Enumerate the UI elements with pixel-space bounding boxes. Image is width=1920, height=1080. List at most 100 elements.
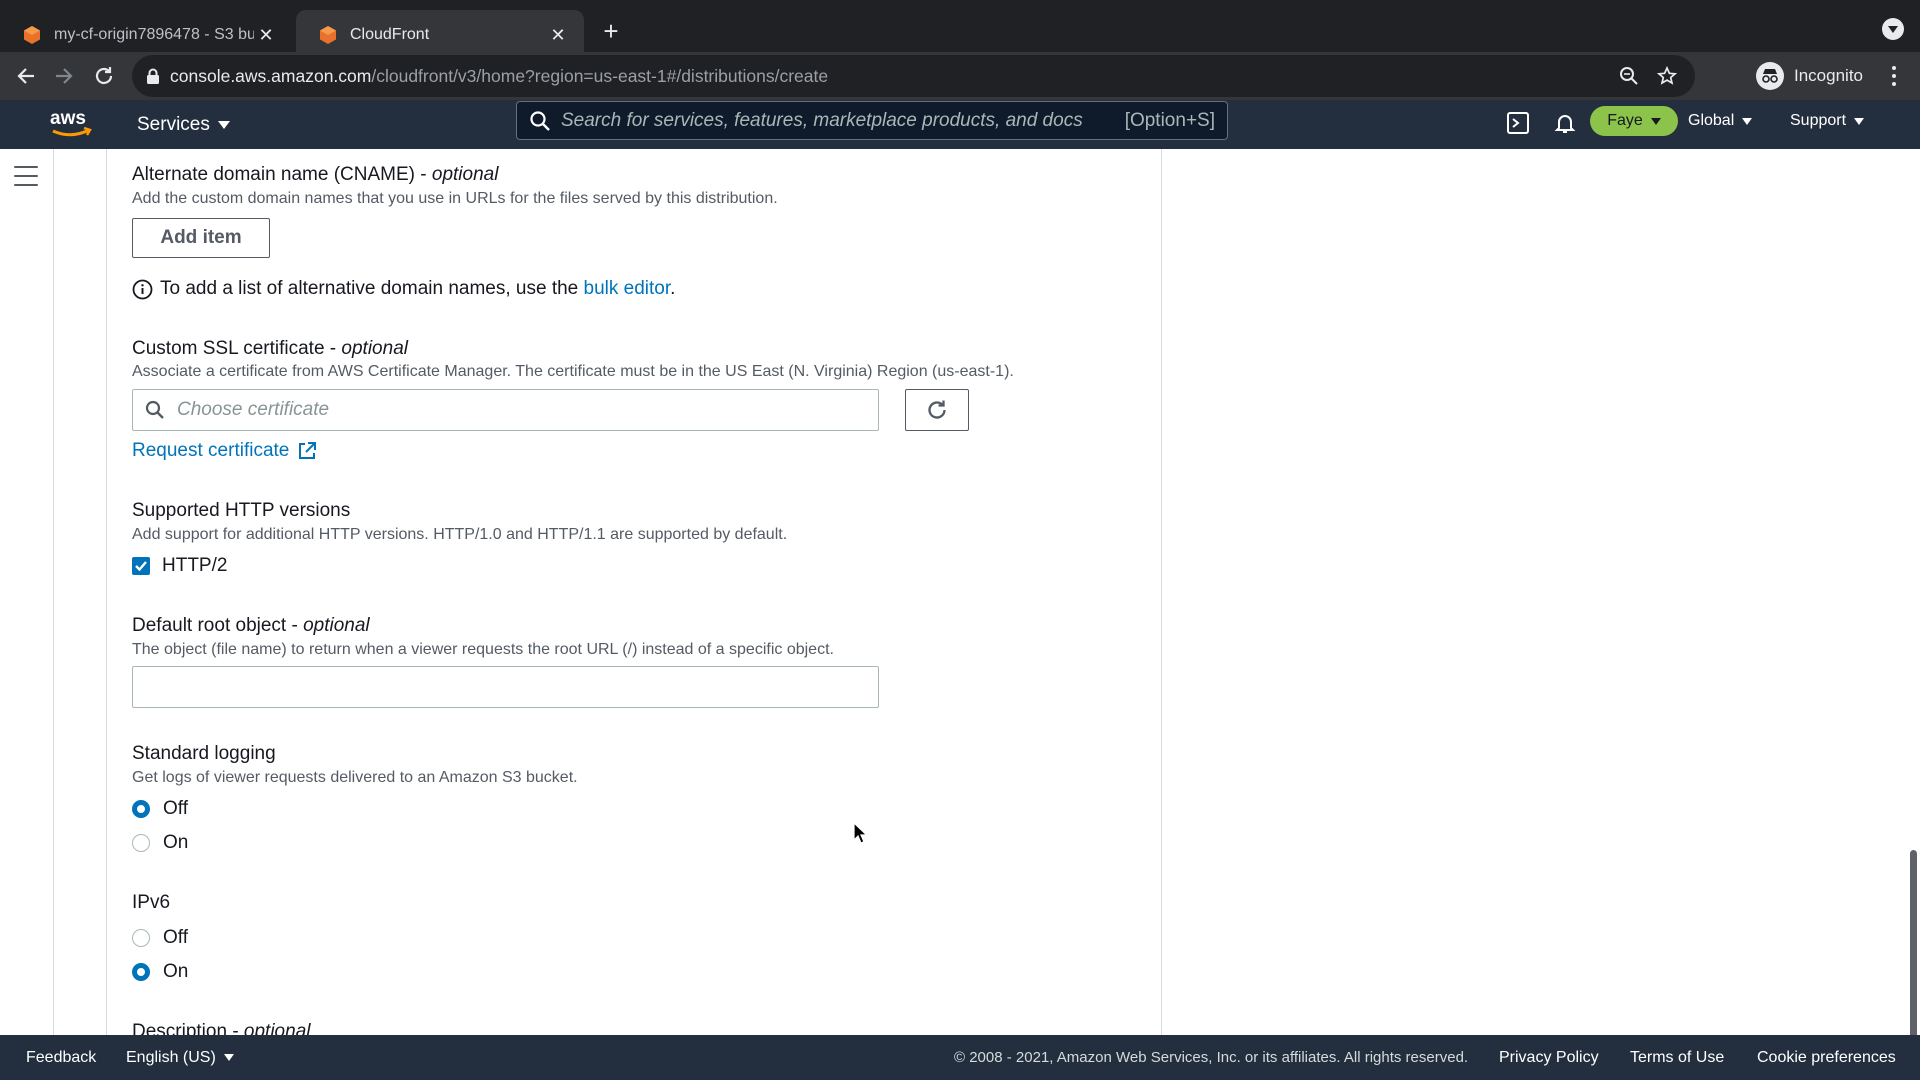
- cname-label: Alternate domain name (CNAME) - optional: [132, 164, 498, 186]
- description-clip: Description - optional: [106, 1018, 1162, 1035]
- http2-checkbox[interactable]: [132, 557, 150, 575]
- certificate-placeholder: Choose certificate: [177, 399, 330, 420]
- new-tab-icon[interactable]: +: [596, 16, 626, 46]
- optional-tag: optional: [341, 338, 408, 359]
- chevron-down-icon: [1742, 117, 1753, 125]
- feedback-link[interactable]: Feedback: [26, 1035, 96, 1080]
- url-text: console.aws.amazon.com/cloudfront/v3/hom…: [170, 66, 828, 87]
- user-name: Faye: [1607, 112, 1643, 129]
- browser-tab-bar: my-cf-origin7896478 - S3 bucket ✕ CloudF…: [0, 0, 1920, 60]
- ipv6-on-radio[interactable]: [132, 963, 150, 981]
- incognito-profile[interactable]: Incognito: [1756, 58, 1863, 94]
- ipv6-on-option[interactable]: On: [132, 959, 188, 985]
- search-input[interactable]: Search for services, features, marketpla…: [516, 101, 1228, 140]
- ipv6-on-label: On: [163, 961, 189, 982]
- url-path: /cloudfront/v3/home?region=us-east-1#/di…: [371, 65, 829, 86]
- services-label: Services: [137, 113, 210, 135]
- http-versions-label: Supported HTTP versions: [132, 500, 351, 521]
- logging-description: Get logs of viewer requests delivered to…: [132, 769, 578, 786]
- refresh-certificates-button[interactable]: [905, 389, 969, 431]
- chevron-down-icon: [217, 120, 230, 129]
- support-menu[interactable]: Support: [1790, 106, 1865, 136]
- reload-icon[interactable]: [88, 60, 120, 92]
- checkmark-icon: [135, 561, 147, 572]
- ssl-label: Custom SSL certificate - optional: [132, 338, 408, 360]
- tab-title: my-cf-origin7896478 - S3 bucket: [54, 26, 254, 43]
- add-item-button[interactable]: Add item: [132, 218, 270, 258]
- optional-tag: optional: [243, 1021, 311, 1035]
- logging-on-label: On: [163, 832, 189, 853]
- root-object-label-text: Default root object -: [132, 615, 304, 636]
- lock-icon: [147, 68, 159, 84]
- tab-title: CloudFront: [350, 26, 430, 43]
- support-label: Support: [1790, 112, 1847, 129]
- description-label: Description - optional: [132, 1021, 310, 1035]
- cloudshell-icon[interactable]: [1506, 111, 1530, 135]
- region-menu[interactable]: Global: [1688, 106, 1753, 136]
- copyright-text: © 2008 - 2021, Amazon Web Services, Inc.…: [954, 1049, 1469, 1066]
- profile-label: Incognito: [1794, 66, 1863, 85]
- region-label: Global: [1688, 112, 1735, 129]
- close-icon[interactable]: ✕: [254, 23, 278, 47]
- logging-on-radio[interactable]: [132, 834, 150, 852]
- logging-off-radio[interactable]: [132, 800, 150, 818]
- ipv6-off-option[interactable]: Off: [132, 925, 188, 951]
- back-arrow-icon[interactable]: [10, 60, 42, 92]
- aws-logo[interactable]: aws: [48, 106, 94, 142]
- description-label-text: Description -: [132, 1021, 244, 1035]
- search-placeholder: Search for services, features, marketpla…: [561, 109, 1083, 131]
- certificate-search-input[interactable]: Choose certificate: [132, 389, 879, 431]
- tab-search-icon[interactable]: [1882, 18, 1904, 40]
- terms-of-use-link[interactable]: Terms of Use: [1630, 1035, 1724, 1080]
- bulk-editor-info: To add a list of alternative domain name…: [132, 276, 675, 302]
- svg-text:aws: aws: [50, 108, 86, 129]
- forward-arrow-icon[interactable]: [48, 60, 80, 92]
- root-object-description: The object (file name) to return when a …: [132, 641, 834, 658]
- cookie-preferences-link[interactable]: Cookie preferences: [1757, 1035, 1896, 1080]
- logging-on-option[interactable]: On: [132, 830, 188, 856]
- search-icon: [145, 400, 164, 419]
- search-shortcut: [Option+S]: [1124, 109, 1215, 131]
- privacy-policy-link[interactable]: Privacy Policy: [1499, 1035, 1599, 1080]
- logging-off-label: Off: [163, 798, 188, 819]
- logging-label: Standard logging: [132, 743, 276, 764]
- user-menu[interactable]: Faye: [1590, 106, 1678, 136]
- chevron-down-icon: [223, 1054, 234, 1061]
- zoom-icon[interactable]: [1619, 66, 1639, 86]
- root-object-input[interactable]: [132, 666, 879, 708]
- root-object-label: Default root object - optional: [132, 615, 370, 637]
- menu-icon[interactable]: [14, 166, 38, 186]
- http2-checkbox-row[interactable]: HTTP/2: [132, 553, 227, 579]
- page-scrollbar[interactable]: [1910, 850, 1917, 1040]
- bulk-editor-link[interactable]: bulk editor: [584, 278, 671, 299]
- request-certificate-link[interactable]: Request certificate: [132, 438, 317, 464]
- address-bar[interactable]: console.aws.amazon.com/cloudfront/v3/hom…: [132, 55, 1695, 97]
- ipv6-off-label: Off: [163, 927, 188, 948]
- cname-description: Add the custom domain names that you use…: [132, 190, 778, 207]
- ssl-label-text: Custom SSL certificate -: [132, 338, 342, 359]
- ipv6-off-radio[interactable]: [132, 929, 150, 947]
- bell-icon[interactable]: [1553, 111, 1577, 135]
- cname-label-text: Alternate domain name (CNAME) -: [132, 164, 432, 185]
- search-icon: [530, 110, 550, 131]
- browser-menu-icon[interactable]: [1882, 62, 1906, 90]
- http2-label: HTTP/2: [162, 555, 228, 576]
- incognito-icon: [1756, 62, 1784, 90]
- logging-off-option[interactable]: Off: [132, 796, 188, 822]
- refresh-icon: [928, 400, 946, 419]
- ipv6-label: IPv6: [132, 892, 171, 913]
- chevron-down-icon: [1650, 117, 1661, 125]
- info-text: To add a list of alternative domain name…: [160, 278, 584, 299]
- star-icon[interactable]: [1657, 66, 1677, 86]
- language-label: English (US): [126, 1048, 216, 1066]
- language-selector[interactable]: English (US): [126, 1035, 234, 1080]
- services-menu[interactable]: Services: [137, 100, 230, 149]
- http-versions-description: Add support for additional HTTP versions…: [132, 526, 788, 543]
- info-icon: [132, 279, 153, 299]
- ssl-description: Associate a certificate from AWS Certifi…: [132, 363, 1014, 380]
- aws-cube-icon: [24, 26, 40, 44]
- url-host: console.aws.amazon.com: [170, 65, 372, 86]
- mouse-cursor-icon: [853, 822, 867, 844]
- close-icon[interactable]: ✕: [546, 23, 570, 47]
- console-footer: Feedback English (US) © 2008 - 2021, Ama…: [0, 1035, 1920, 1080]
